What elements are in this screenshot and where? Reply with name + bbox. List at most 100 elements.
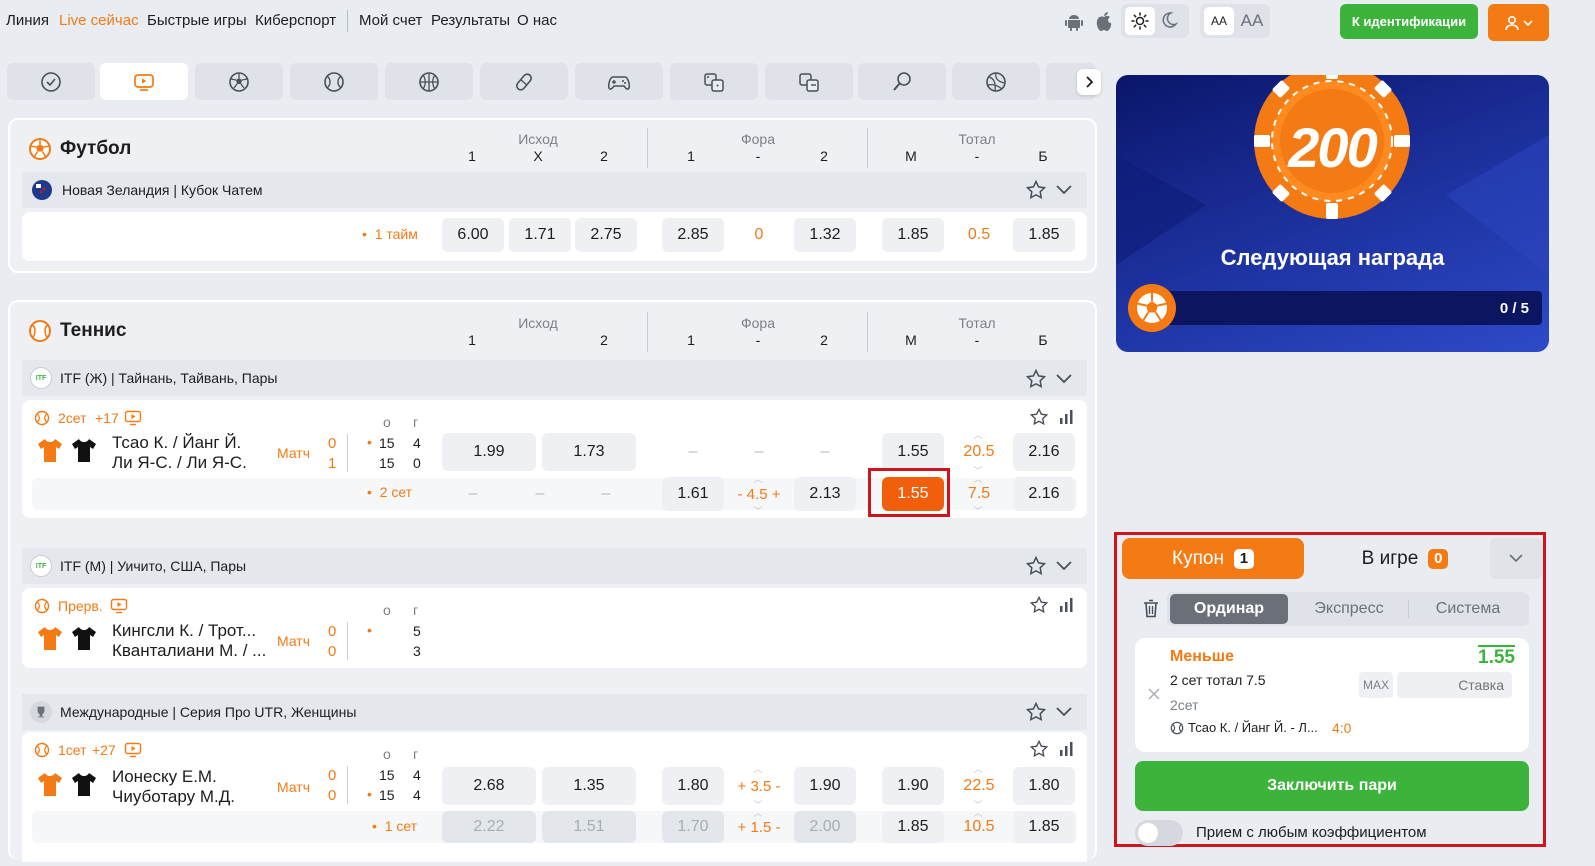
tabs-scroll-right[interactable] bbox=[1077, 69, 1101, 95]
nav-my-account[interactable]: Мой счет bbox=[359, 12, 422, 29]
odd-tb[interactable]: 1.85 bbox=[1013, 811, 1075, 843]
more-markets[interactable]: +27 bbox=[92, 742, 116, 758]
odd-2[interactable]: 1.51 bbox=[542, 811, 636, 843]
chevron-down-icon[interactable] bbox=[1056, 561, 1072, 571]
chevron-down-icon[interactable] bbox=[1056, 707, 1072, 717]
sport-tab-table-tennis[interactable] bbox=[480, 63, 568, 100]
tab-coupon[interactable]: Купон 1 bbox=[1122, 538, 1304, 579]
trash-icon[interactable] bbox=[1143, 599, 1159, 618]
live-stream-icon[interactable] bbox=[124, 410, 142, 426]
star-icon[interactable] bbox=[1026, 180, 1046, 200]
live-stream-icon[interactable] bbox=[110, 598, 128, 614]
chevron-down-icon[interactable] bbox=[1056, 185, 1072, 195]
sport-tab-tennis[interactable] bbox=[290, 63, 378, 100]
mode-system[interactable]: Система bbox=[1409, 592, 1527, 626]
sport-tab-badminton[interactable] bbox=[858, 63, 946, 100]
chevron-down-icon[interactable] bbox=[1056, 374, 1072, 384]
max-stake-button[interactable]: MAX bbox=[1359, 672, 1393, 698]
odd-tb[interactable]: 2.16 bbox=[1013, 477, 1075, 511]
nav-results[interactable]: Результаты bbox=[431, 12, 510, 29]
place-bet-button[interactable]: Заключить пари bbox=[1135, 761, 1529, 811]
team2-name[interactable]: Ли Я-С. / Ли Я-С. bbox=[112, 453, 247, 473]
odd-tm[interactable]: 1.85 bbox=[882, 218, 944, 252]
odd-h2[interactable]: 2.00 bbox=[794, 811, 856, 843]
league-row[interactable]: ITF ITF (Ж) | Тайнань, Тайвань, Пары bbox=[22, 360, 1087, 396]
odd-h2[interactable]: 1.90 bbox=[794, 767, 856, 805]
bet-odds: 1.55 bbox=[1478, 645, 1515, 668]
bet-event[interactable]: Тсао К. / Йанг Й. - Л... bbox=[1188, 720, 1318, 735]
league-row[interactable]: ITF ITF (М) | Уичито, США, Пары bbox=[22, 548, 1087, 584]
odd-1[interactable]: 2.68 bbox=[442, 767, 536, 805]
sport-tab-basketball[interactable] bbox=[385, 63, 473, 100]
sport-tab-fast-games[interactable] bbox=[765, 63, 853, 100]
star-icon[interactable] bbox=[1030, 408, 1048, 426]
odd-h1[interactable]: 2.85 bbox=[662, 218, 724, 252]
odd-tb[interactable]: 1.80 bbox=[1013, 767, 1075, 805]
odd-tb[interactable]: 2.16 bbox=[1013, 433, 1075, 471]
odd-tm[interactable]: 1.85 bbox=[882, 811, 944, 843]
nav-quick-games[interactable]: Быстрые игры bbox=[147, 12, 247, 29]
odd-tm[interactable]: 1.90 bbox=[882, 767, 944, 805]
total-value[interactable]: 10.5 bbox=[948, 811, 1010, 843]
sport-tab-check[interactable] bbox=[7, 63, 95, 100]
reward-card[interactable]: 200 Следующая награда 0 / 5 bbox=[1116, 75, 1549, 352]
stake-input[interactable] bbox=[1397, 672, 1512, 698]
user-menu-button[interactable] bbox=[1488, 4, 1549, 41]
odd-x[interactable]: 1.71 bbox=[509, 218, 571, 252]
mode-single[interactable]: Ординар bbox=[1170, 594, 1288, 624]
odd-tb[interactable]: 1.85 bbox=[1013, 218, 1075, 252]
live-stream-icon[interactable] bbox=[124, 742, 142, 758]
star-icon[interactable] bbox=[1026, 702, 1046, 722]
odd-2[interactable]: 2.75 bbox=[575, 218, 637, 252]
nav-about[interactable]: О нас bbox=[517, 12, 557, 29]
font-large-button[interactable]: AA bbox=[1237, 7, 1267, 35]
team1-name[interactable]: Тсао К. / Йанг Й. bbox=[112, 433, 241, 453]
col-tb: Б bbox=[1038, 148, 1048, 164]
team1-name[interactable]: Кингсли К. / Трот... bbox=[112, 621, 256, 641]
star-icon[interactable] bbox=[1030, 740, 1048, 758]
apple-icon[interactable] bbox=[1094, 11, 1114, 33]
odd-h2[interactable]: 2.13 bbox=[794, 477, 856, 511]
dark-theme-icon[interactable] bbox=[1160, 11, 1178, 29]
odd-2[interactable]: 1.35 bbox=[542, 767, 636, 805]
odd-h1[interactable]: 1.80 bbox=[662, 767, 724, 805]
sport-tab-football[interactable] bbox=[195, 63, 283, 100]
font-small-button[interactable]: AA bbox=[1204, 7, 1234, 35]
coupon-collapse-button[interactable] bbox=[1490, 538, 1542, 579]
stats-icon[interactable] bbox=[1058, 741, 1074, 757]
handicap-value[interactable]: + 1.5 - bbox=[728, 811, 790, 843]
stats-icon[interactable] bbox=[1058, 409, 1074, 425]
more-markets[interactable]: +17 bbox=[95, 410, 119, 426]
accept-any-toggle[interactable] bbox=[1135, 820, 1183, 846]
odd-h2[interactable]: 1.32 bbox=[794, 218, 856, 252]
odd-2[interactable]: 1.73 bbox=[542, 433, 636, 471]
odd-tm[interactable]: 1.55 bbox=[882, 433, 944, 471]
sport-tab-esports[interactable] bbox=[575, 63, 663, 100]
sport-tab-volleyball[interactable] bbox=[952, 63, 1040, 100]
stats-icon[interactable] bbox=[1058, 597, 1074, 613]
odd-1[interactable]: 2.22 bbox=[442, 811, 536, 843]
star-icon[interactable] bbox=[1030, 596, 1048, 614]
team2-name[interactable]: Кванталиани М. / ... bbox=[112, 641, 266, 661]
odd-1[interactable]: 1.99 bbox=[442, 433, 536, 471]
sport-tab-live[interactable] bbox=[100, 63, 188, 100]
android-icon[interactable] bbox=[1064, 12, 1084, 32]
tab-in-game[interactable]: В игре 0 bbox=[1314, 538, 1496, 579]
mode-express[interactable]: Экспресс bbox=[1290, 592, 1408, 626]
sport-tab-dice[interactable] bbox=[670, 63, 758, 100]
league-row[interactable]: Новая Зеландия | Кубок Чатем bbox=[22, 172, 1087, 208]
nav-esports[interactable]: Киберспорт bbox=[255, 12, 336, 29]
league-row[interactable]: Международные | Серия Про UTR, Женщины bbox=[22, 694, 1087, 730]
star-icon[interactable] bbox=[1026, 369, 1046, 389]
team1-name[interactable]: Ионеску Е.М. bbox=[112, 767, 217, 787]
close-icon[interactable] bbox=[1148, 688, 1160, 700]
odd-h1[interactable]: 1.61 bbox=[662, 477, 724, 511]
nav-live[interactable]: Live сейчас bbox=[59, 12, 139, 29]
team2-name[interactable]: Чиуботару М.Д. bbox=[112, 787, 235, 807]
odd-1[interactable]: 6.00 bbox=[442, 218, 504, 252]
identification-button[interactable]: К идентификации bbox=[1340, 4, 1478, 39]
star-icon[interactable] bbox=[1026, 556, 1046, 576]
light-theme-icon[interactable] bbox=[1125, 7, 1155, 35]
nav-line[interactable]: Линия bbox=[6, 12, 49, 29]
odd-h1[interactable]: 1.70 bbox=[662, 811, 724, 843]
